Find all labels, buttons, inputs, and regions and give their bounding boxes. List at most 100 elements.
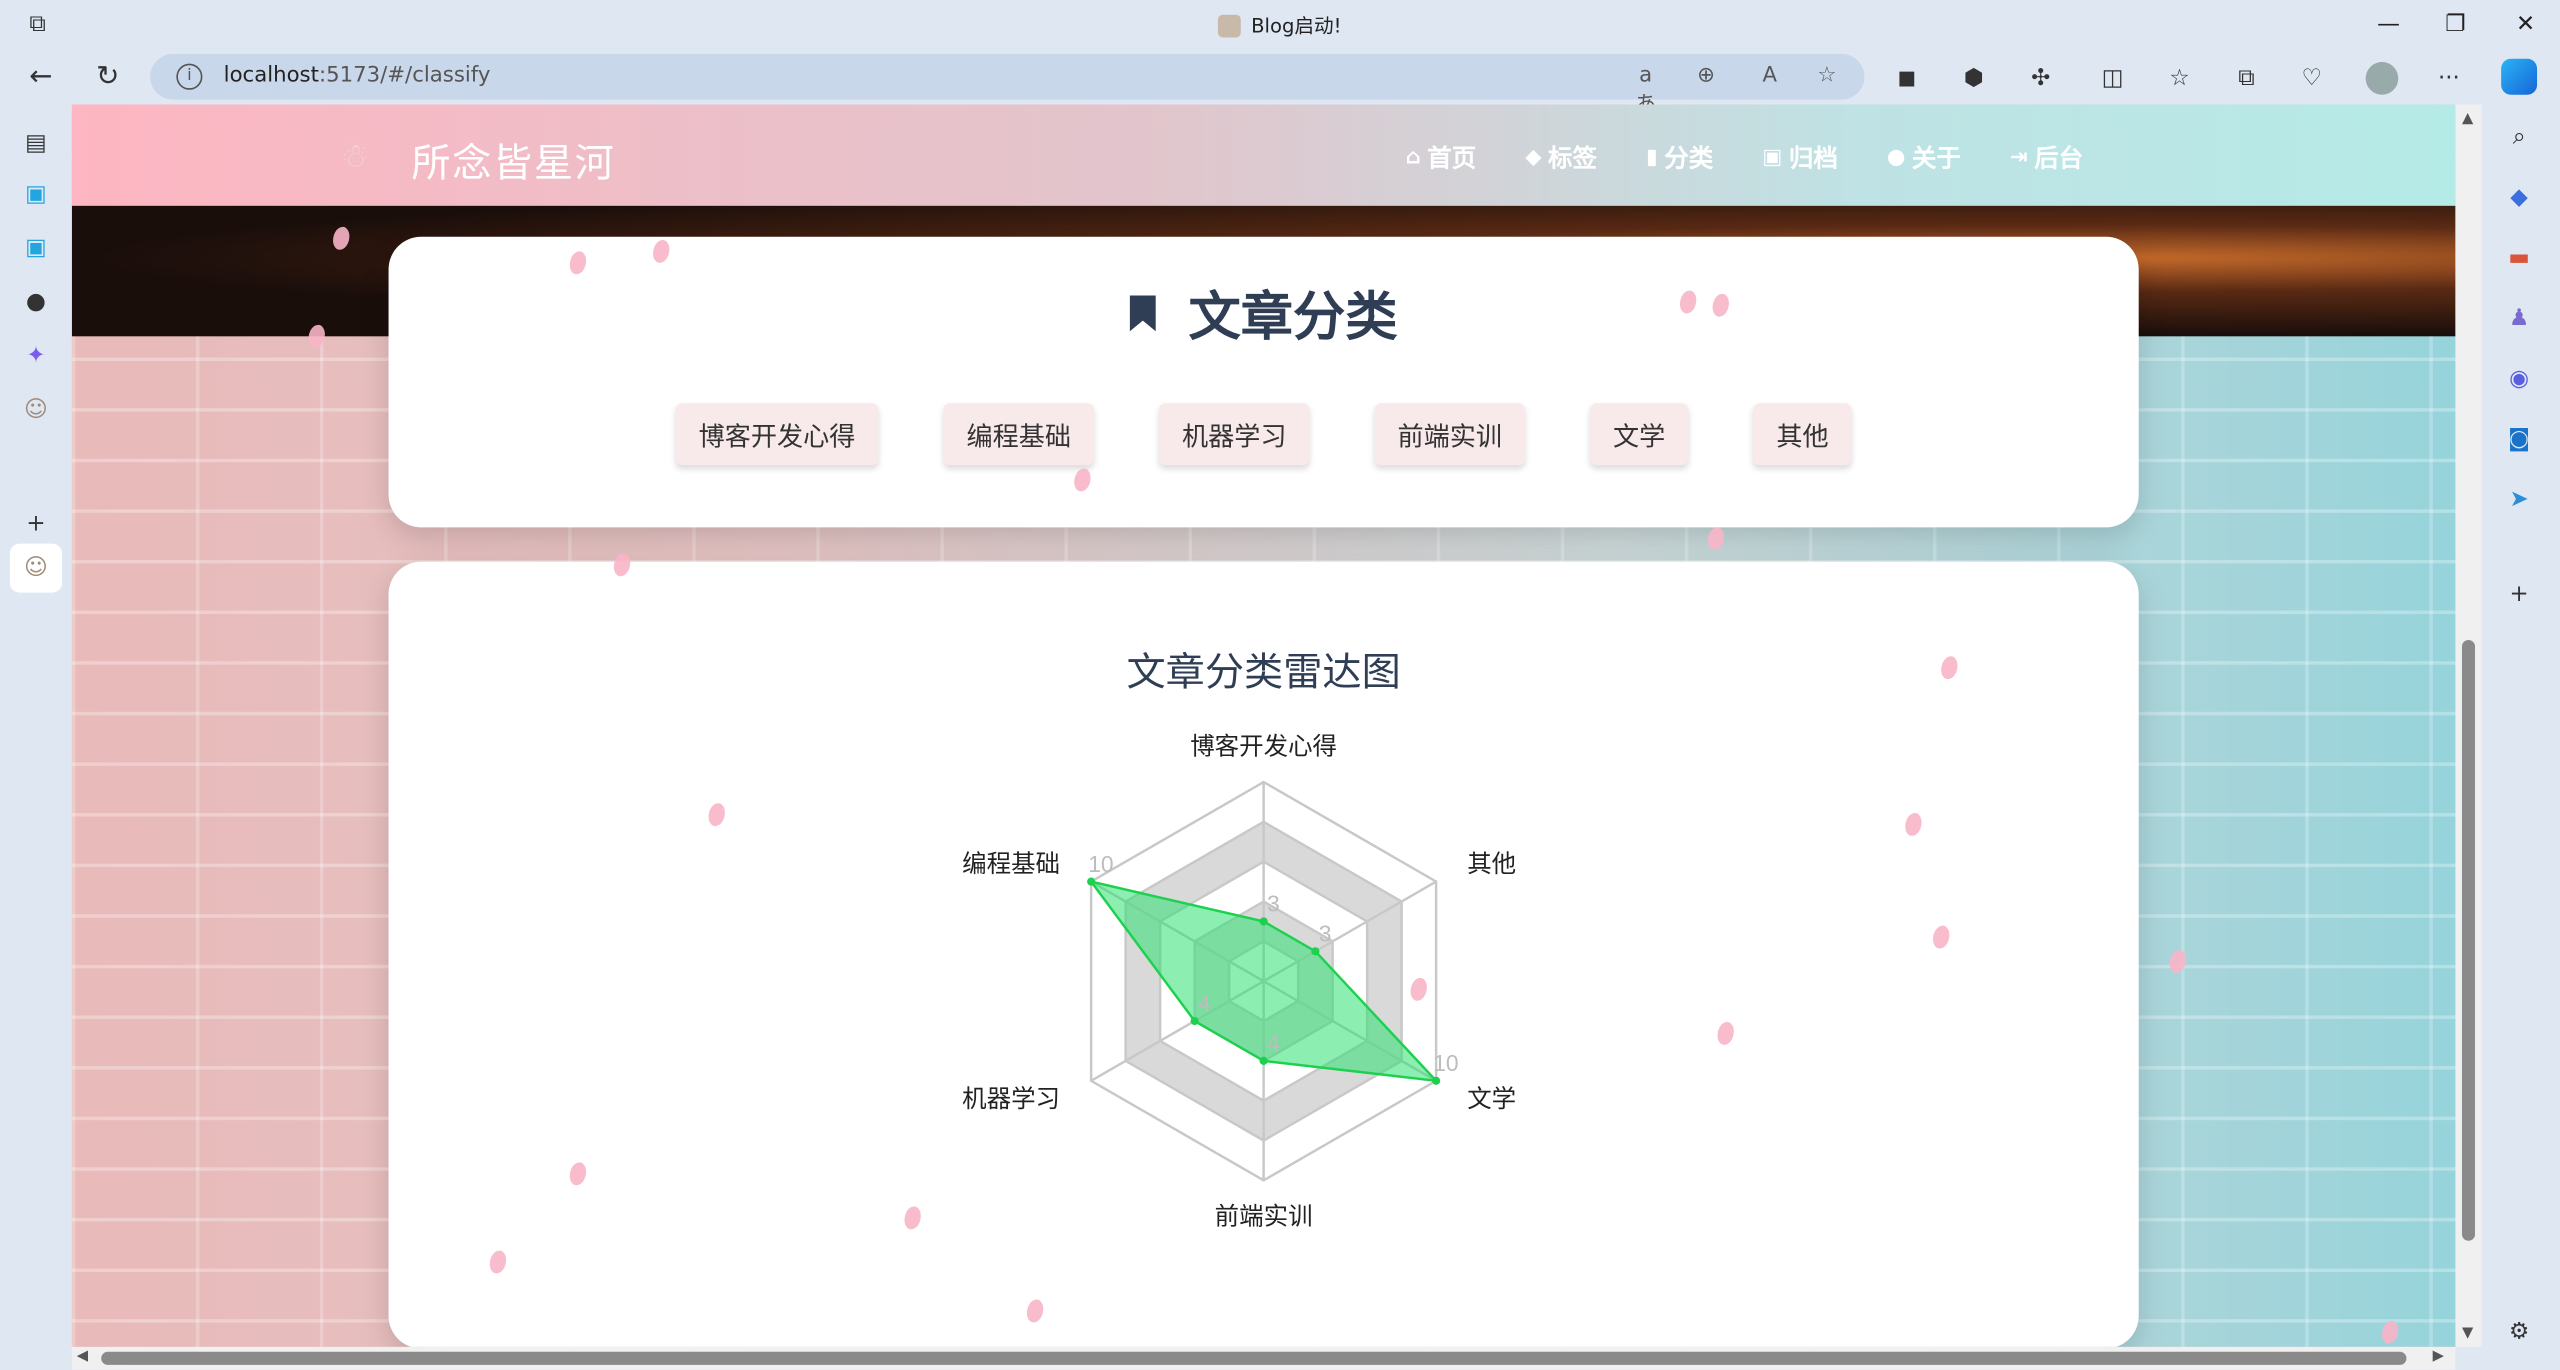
refresh-icon[interactable]: ↻ (87, 57, 129, 96)
scroll-up-arrow-icon[interactable]: ▲ (2462, 111, 2473, 127)
radar-data-label: 4 (1267, 1030, 1280, 1056)
radar-data-point (1087, 877, 1096, 886)
translate-icon[interactable]: aあ (1629, 62, 1662, 118)
tag-icon: ◆ (1525, 145, 1542, 170)
category-button[interactable]: 编程基础 (943, 403, 1094, 466)
nav-item-archive[interactable]: ▣ 归档 (1762, 140, 1838, 174)
radar-data-point (1311, 947, 1320, 956)
github-tab-icon[interactable]: ● (20, 286, 53, 319)
close-button[interactable]: ✕ (2506, 7, 2545, 43)
blog-tab-icon[interactable]: ☺ (20, 393, 53, 426)
address-bar[interactable]: i localhost:5173/#/classify aあ ⊕ A ☆ (150, 53, 1865, 118)
blog-active-tab-icon[interactable]: ☺ (20, 552, 53, 585)
right-sidebar: ⌕ ◆ ▬ ♟ ◉ ◙ ➤ + ⚙ (2481, 104, 2560, 1370)
radar-data-label: 4 (1198, 990, 1211, 1016)
radar-chart-card: 文章分类雷达图 3 3 10 4 4 10 博客开发心得 其他 文学 前端实训 机器学习 编程基础 (388, 561, 2139, 1347)
radar-indicator-label: 其他 (1467, 849, 1516, 878)
sign-in-icon: ⇥ (2009, 145, 2028, 170)
profile-avatar-icon[interactable] (2365, 62, 2399, 95)
back-icon[interactable]: ← (20, 57, 62, 96)
settings-gear-icon[interactable]: ⚙ (2503, 1316, 2536, 1349)
nav-label: 归档 (1788, 143, 1838, 174)
url-host: localhost (223, 63, 319, 89)
browser-toolbar: ← ↻ i localhost:5173/#/classify aあ ⊕ A ☆… (0, 49, 2560, 118)
scroll-left-arrow-icon[interactable]: ◀ (77, 1349, 88, 1365)
site-title[interactable]: 所念皆星河 (411, 131, 615, 188)
send-icon[interactable]: ➤ (2503, 483, 2536, 516)
more-menu-icon[interactable]: ··· (2433, 62, 2466, 95)
outlook-icon[interactable]: ◙ (2503, 423, 2536, 456)
category-button[interactable]: 机器学习 (1159, 403, 1310, 466)
favorite-star-icon[interactable]: ☆ (1811, 62, 1844, 91)
home-icon: ⌂ (1405, 145, 1421, 170)
new-tab-icon[interactable]: + (20, 508, 53, 541)
radar-data-label: 3 (1319, 921, 1332, 947)
vertical-scroll-thumb[interactable] (2461, 639, 2476, 1241)
left-vertical-tabs: ▤ ▣ ▣ ● ✦ ☺ ☺ — + (0, 104, 72, 1370)
url-path: :5173/#/classify (318, 63, 491, 89)
restore-button[interactable]: ❐ (2436, 7, 2475, 43)
page-viewport: ☃ 所念皆星河 ⌂ 首页 ◆ 标签 ▮ 分类 ▣ 归档 ● 关于 ⇥ 后台 文章分类 博客开… (71, 104, 2456, 1347)
tools-briefcase-icon[interactable]: ▬ (2503, 242, 2536, 275)
minimize-button[interactable]: — (2369, 7, 2408, 43)
radar-indicator-label: 编程基础 (962, 849, 1060, 878)
games-icon[interactable]: ♟ (2503, 302, 2536, 335)
search-icon[interactable]: ⌕ (2503, 121, 2536, 154)
radar-data-point (1259, 917, 1268, 926)
category-button[interactable]: 前端实训 (1374, 403, 1525, 466)
tab-panel-icon[interactable]: ▤ (20, 127, 53, 160)
page-title: 文章分类 (389, 276, 2139, 351)
category-card: 文章分类 博客开发心得 编程基础 机器学习 前端实训 文学 其他 (388, 236, 2139, 528)
nav-item-admin[interactable]: ⇥ 后台 (2010, 140, 2083, 174)
category-button[interactable]: 文学 (1590, 403, 1689, 466)
category-button[interactable]: 博客开发心得 (675, 403, 879, 466)
copilot-icon[interactable] (2501, 58, 2538, 95)
radar-data-label: 3 (1267, 891, 1280, 917)
nav-item-home[interactable]: ⌂ 首页 (1405, 140, 1476, 174)
bookmark-icon (1129, 295, 1156, 332)
window-titlebar: ⧉ Blog启动! — ❐ ✕ (0, 0, 2560, 49)
nav-label: 标签 (1548, 143, 1598, 174)
extensions-puzzle-icon[interactable]: ✣ (2024, 62, 2057, 95)
horizontal-scroll-thumb[interactable] (101, 1351, 2407, 1365)
add-sidebar-app-icon[interactable]: + (2503, 578, 2536, 611)
site-header: ☃ 所念皆星河 ⌂ 首页 ◆ 标签 ▮ 分类 ▣ 归档 ● 关于 ⇥ 后台 (71, 104, 2456, 206)
radar-indicator-label: 文学 (1467, 1084, 1516, 1113)
scroll-right-arrow-icon[interactable]: ▶ (2433, 1349, 2444, 1365)
window-title-text: Blog启动! (1251, 14, 1342, 38)
horizontal-scrollbar[interactable]: ◀ ▶ (71, 1346, 2456, 1370)
zoom-icon[interactable]: ⊕ (1690, 62, 1723, 91)
radar-data-point (1259, 1056, 1268, 1065)
vertical-scrollbar[interactable]: ▲ ▼ (2455, 104, 2482, 1347)
radar-chart: 3 3 10 4 4 10 博客开发心得其他文学前端实训 机器学习 编程基础 (962, 731, 1516, 1230)
radar-data-point (1432, 1076, 1441, 1085)
category-button[interactable]: 其他 (1753, 403, 1852, 466)
bookmark-icon: ▮ (1646, 145, 1658, 170)
shield-extension-icon[interactable]: ⬢ (1957, 62, 1990, 95)
site-logo-icon[interactable]: ☃ (333, 131, 375, 180)
split-screen-icon[interactable]: ◫ (2096, 62, 2129, 95)
nav-item-tags[interactable]: ◆ 标签 (1525, 140, 1597, 174)
scroll-down-arrow-icon[interactable]: ▼ (2462, 1326, 2473, 1342)
shopping-tag-icon[interactable]: ◆ (2503, 181, 2536, 214)
nav-item-about[interactable]: ● 关于 (1887, 140, 1961, 174)
read-aloud-icon[interactable]: A (1753, 62, 1786, 91)
category-list: 博客开发心得 编程基础 机器学习 前端实训 文学 其他 (389, 403, 2139, 466)
bilibili-tab-icon[interactable]: ▣ (20, 178, 53, 211)
nav-label: 分类 (1664, 143, 1714, 174)
browser-essentials-icon[interactable]: ♡ (2295, 62, 2328, 95)
collections-icon[interactable]: ⧉ (2230, 62, 2263, 95)
radar-indicator-label: 前端实训 (1215, 1201, 1313, 1230)
favorites-icon[interactable]: ☆ (2163, 62, 2196, 95)
user-circle-icon: ● (1886, 145, 1906, 170)
nav-label: 关于 (1911, 143, 1961, 174)
copilot-sidebar-icon[interactable]: ◉ (2503, 362, 2536, 395)
nav-item-categories[interactable]: ▮ 分类 (1646, 140, 1713, 174)
app-tab-icon[interactable]: ✦ (20, 340, 53, 373)
radar-data-label: 10 (1433, 1050, 1458, 1076)
bilibili-tab-2-icon[interactable]: ▣ (20, 232, 53, 265)
extension-icon[interactable]: ◼ (1891, 62, 1924, 95)
site-info-icon[interactable]: i (176, 63, 203, 90)
url-text[interactable]: localhost:5173/#/classify (224, 64, 491, 88)
radar-data-label: 10 (1088, 851, 1113, 877)
